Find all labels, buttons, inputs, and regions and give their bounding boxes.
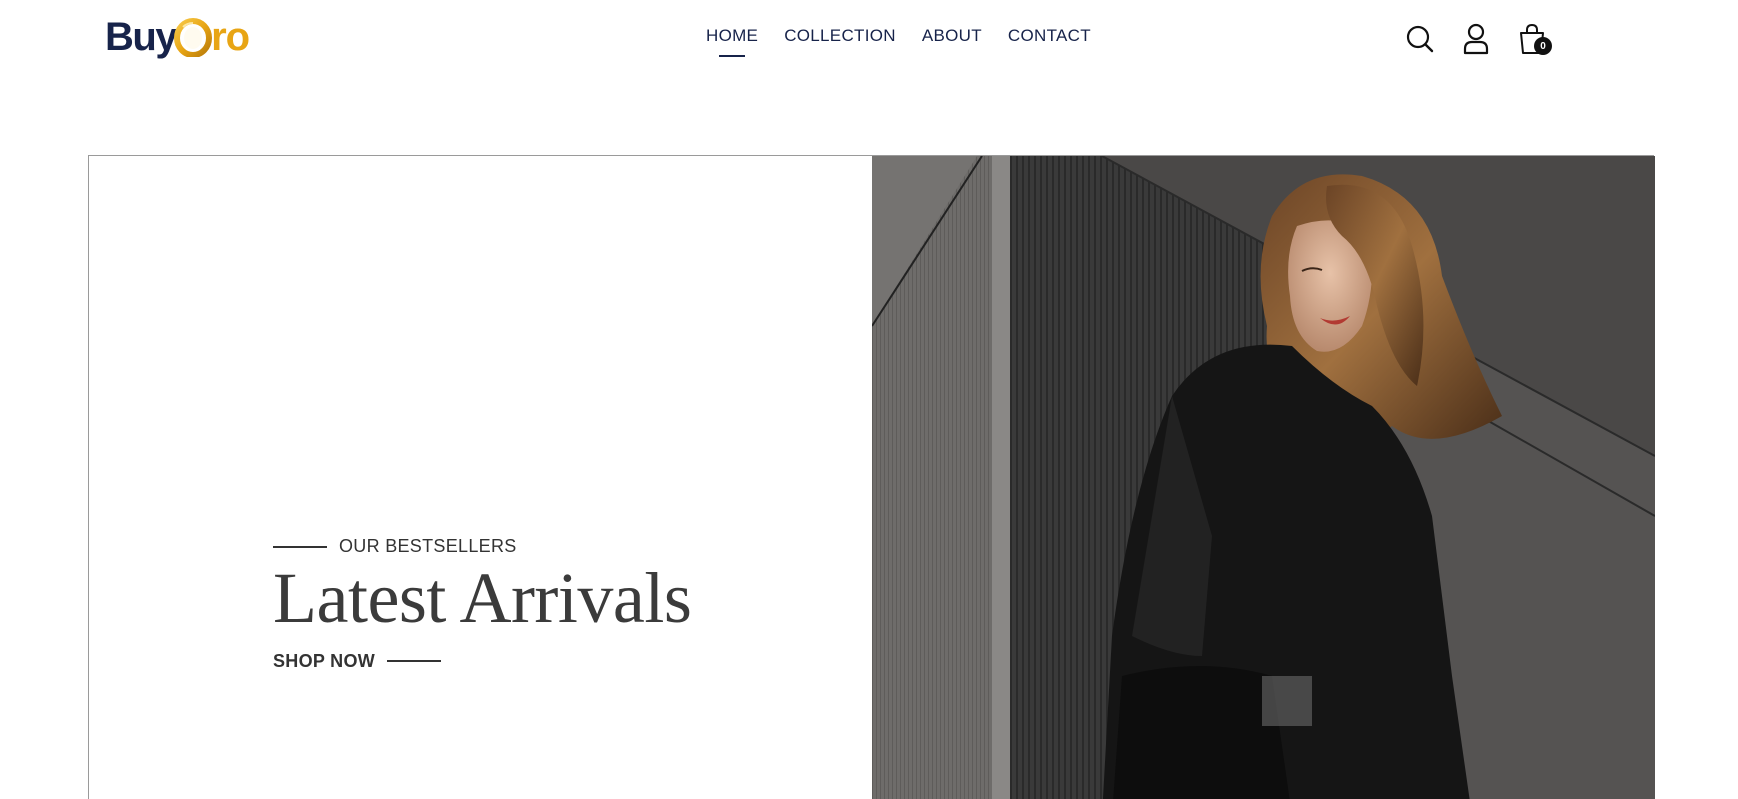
logo-ring-icon [173,17,213,58]
hero-photo-woman [872,156,1655,799]
shop-now-link[interactable]: SHOP NOW [273,651,691,672]
main-nav: HOME COLLECTION ABOUT CONTACT [706,26,1117,46]
site-header: Buy ro HOME COLLECTION ABOUT CONTACT 0 [0,0,1738,80]
cart-button[interactable]: 0 [1516,22,1552,56]
cart-count-badge: 0 [1534,37,1552,55]
hero-text-block: OUR BESTSELLERS Latest Arrivals SHOP NOW [273,536,692,672]
eyebrow-text: OUR BESTSELLERS [339,536,517,556]
hero-title: Latest Arrivals [273,558,692,638]
search-icon [1406,25,1434,53]
eyebrow-divider [273,545,327,548]
nav-home[interactable]: HOME [706,26,758,46]
shop-now-label: SHOP NOW [273,650,376,671]
logo-text-buy: Buy [105,15,178,59]
nav-contact[interactable]: CONTACT [1008,26,1091,46]
hero-banner: OUR BESTSELLERS Latest Arrivals SHOP NOW [88,155,1655,799]
logo-oro: ro [173,15,250,59]
shop-now-divider [387,660,442,663]
header-actions: 0 [1404,22,1552,56]
account-button[interactable] [1460,22,1492,56]
search-button[interactable] [1404,22,1436,56]
hero-eyebrow: OUR BESTSELLERS [273,536,691,557]
brand-logo[interactable]: Buy ro [105,12,250,62]
nav-about[interactable]: ABOUT [922,26,982,46]
hero-image [872,156,1655,799]
nav-collection[interactable]: COLLECTION [784,26,896,46]
user-icon [1463,23,1489,55]
logo-text-ro: ro [211,15,250,59]
